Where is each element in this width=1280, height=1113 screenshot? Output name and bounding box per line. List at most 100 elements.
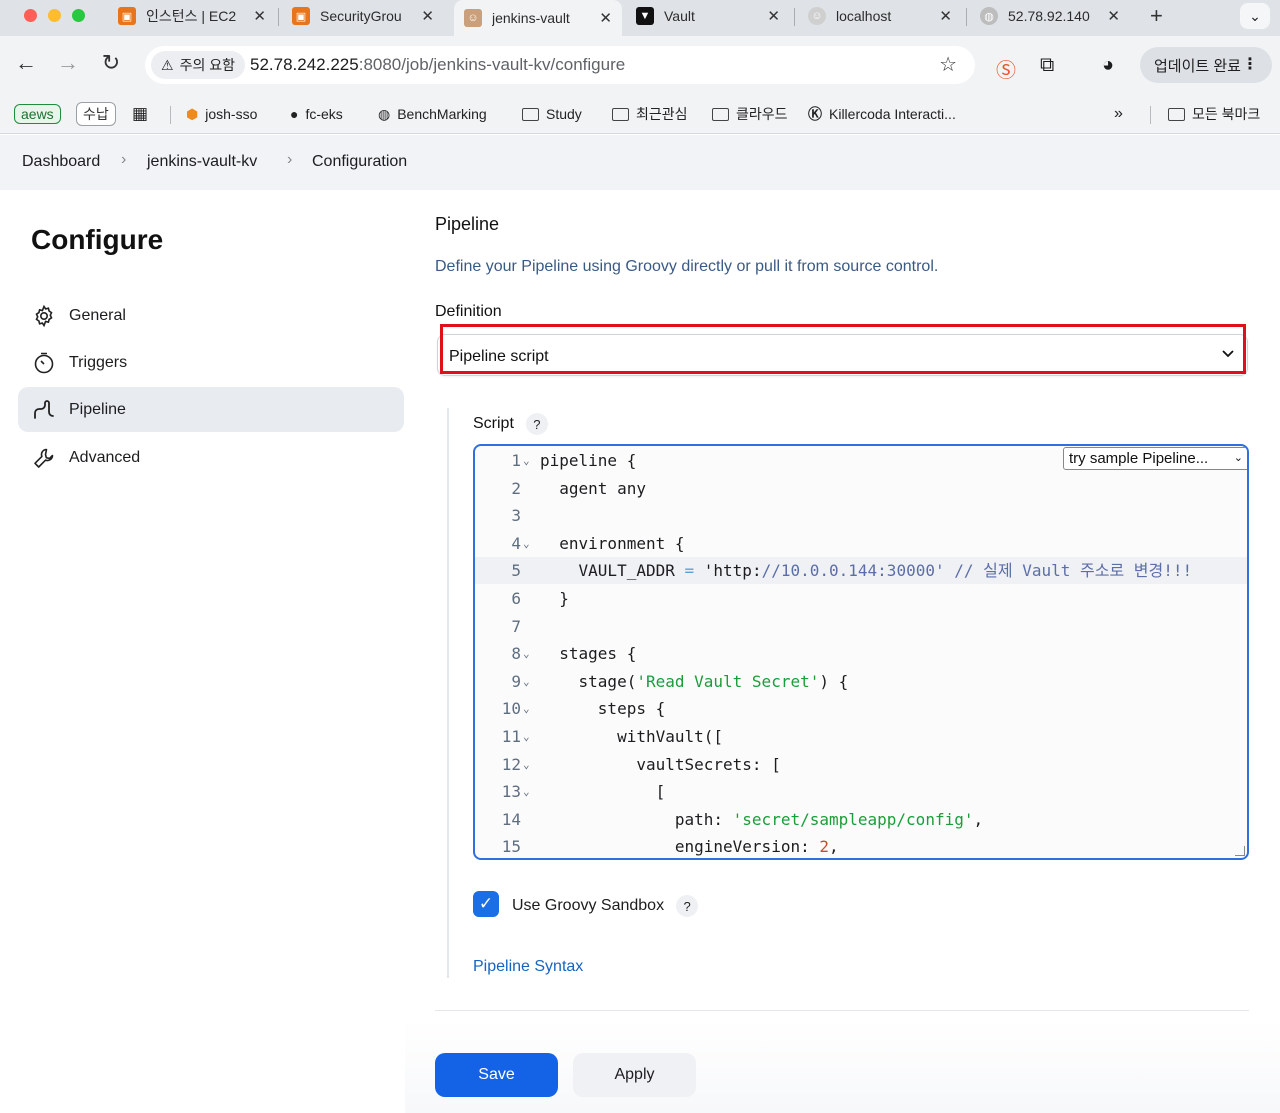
close-icon[interactable]: ✕ — [253, 7, 266, 25]
apps-grid-icon[interactable]: ▦ — [132, 102, 148, 126]
code-line[interactable]: 5 VAULT_ADDR = 'http://10.0.0.144:30000'… — [475, 557, 1247, 585]
fold-chevron-icon[interactable]: ⌄ — [523, 695, 530, 722]
bookmark-cloud[interactable]: 클라우드 — [712, 102, 788, 126]
code-line[interactable]: 6 } — [475, 585, 1247, 612]
code-text: [ — [540, 782, 666, 802]
reload-button[interactable]: ↻ — [97, 50, 125, 76]
folder-icon — [522, 107, 539, 121]
line-number: 12 — [501, 754, 521, 774]
groovy-sandbox-checkbox[interactable]: ✓ — [473, 891, 499, 917]
address-bar[interactable]: ⚠ 주의 요함 52.78.242.225:8080/job/jenkins-v… — [145, 46, 975, 84]
bookmark-fc-eks[interactable]: ● fc-eks — [290, 102, 343, 126]
breadcrumb-job[interactable]: jenkins-vault-kv — [147, 153, 257, 171]
tab-search-button[interactable]: ⌄ — [1240, 3, 1270, 29]
breadcrumb-dashboard[interactable]: Dashboard — [22, 153, 100, 171]
code-line[interactable]: 15 engineVersion: 2, — [475, 833, 1247, 858]
definition-select[interactable]: Pipeline script — [437, 334, 1248, 376]
fold-chevron-icon[interactable]: ⌄ — [523, 723, 530, 750]
fold-chevron-icon[interactable]: ⌄ — [523, 668, 530, 695]
close-icon[interactable]: ✕ — [1107, 7, 1120, 25]
security-chip-label: 주의 요함 — [179, 57, 235, 73]
code-line[interactable]: 4 ⌄ environment { — [475, 530, 1247, 557]
sidebar-item-label: Triggers — [69, 353, 128, 371]
code-line[interactable]: 7 — [475, 613, 1247, 640]
bookmark-aews[interactable]: aews — [14, 102, 61, 126]
chevron-down-icon: ⌄ — [1233, 452, 1243, 464]
update-button[interactable]: 업데이트 완료 ⋮ — [1140, 47, 1272, 83]
forward-button[interactable]: → — [54, 50, 82, 76]
tab-title: Vault — [664, 8, 695, 24]
minimize-window-button[interactable] — [48, 9, 61, 22]
save-button[interactable]: Save — [435, 1053, 558, 1097]
fold-chevron-icon[interactable]: ⌄ — [523, 778, 530, 805]
help-icon[interactable]: ? — [525, 413, 548, 435]
update-button-label: 업데이트 완료 — [1154, 57, 1241, 75]
bookmark-star-icon[interactable]: ☆ — [939, 52, 957, 77]
sidebar-item-triggers[interactable]: Triggers — [18, 340, 404, 385]
security-chip[interactable]: ⚠ 주의 요함 — [151, 51, 245, 79]
line-number: 8 — [511, 644, 521, 664]
close-icon[interactable]: ✕ — [421, 7, 434, 25]
url-text[interactable]: 52.78.242.225:8080/job/jenkins-vault-kv/… — [250, 55, 625, 75]
close-window-button[interactable] — [24, 9, 37, 22]
code-line[interactable]: 9 ⌄ stage('Read Vault Secret') { — [475, 668, 1247, 695]
new-tab-button[interactable]: + — [1150, 3, 1163, 29]
code-line[interactable]: 10 ⌄ steps { — [475, 695, 1247, 722]
bookmark-recent[interactable]: 최근관심 — [612, 102, 688, 126]
wrench-icon — [32, 446, 56, 470]
profile-avatar-icon[interactable]: ◕ — [1102, 54, 1114, 77]
fold-chevron-icon[interactable]: ⌄ — [523, 447, 530, 474]
browser-tab-localhost[interactable]: ☺ localhost ✕ — [798, 0, 962, 32]
extension-s-icon[interactable]: Ⓢ — [996, 54, 1016, 83]
code-text: steps { — [540, 699, 666, 719]
bookmark-label: 수납 — [76, 102, 116, 126]
bookmark-benchmarking[interactable]: ◍ BenchMarking — [378, 102, 487, 126]
bookmark-study[interactable]: Study — [522, 102, 582, 126]
all-bookmarks[interactable]: 모든 북마크 — [1168, 102, 1260, 126]
back-button[interactable]: ← — [12, 50, 40, 76]
line-number: 14 — [501, 809, 521, 829]
chevron-down-icon — [1221, 346, 1235, 363]
code-line[interactable]: 2 agent any — [475, 475, 1247, 502]
maximize-window-button[interactable] — [72, 9, 85, 22]
github-icon: ● — [290, 106, 299, 122]
browser-tab-jenkins[interactable]: ☺ jenkins-vault ✕ — [454, 0, 622, 36]
sample-pipeline-select[interactable]: try sample Pipeline... ⌄ — [1063, 447, 1247, 470]
close-icon[interactable]: ✕ — [599, 9, 612, 27]
help-icon[interactable]: ? — [676, 895, 699, 917]
url-host: 52.78.242.225 — [250, 55, 359, 74]
resize-handle[interactable] — [1235, 846, 1245, 856]
sidebar-item-advanced[interactable]: Advanced — [18, 435, 404, 480]
browser-tab-securitygroup[interactable]: ▣ SecurityGrou ✕ — [282, 0, 444, 32]
sidebar-item-pipeline[interactable]: Pipeline — [18, 387, 404, 432]
chevron-right-icon: › — [287, 151, 293, 168]
code-line[interactable]: 12 ⌄ vaultSecrets: [ — [475, 751, 1247, 778]
code-line[interactable]: 13 ⌄ [ — [475, 778, 1247, 805]
line-number: 11 — [501, 727, 521, 746]
close-icon[interactable]: ✕ — [939, 7, 952, 25]
browser-tab-ip[interactable]: ◍ 52.78.92.140 ✕ — [970, 0, 1130, 32]
sidebar-item-general[interactable]: General — [18, 293, 404, 338]
code-line[interactable]: 14 path: 'secret/sampleapp/config', — [475, 806, 1247, 833]
apply-button[interactable]: Apply — [573, 1053, 696, 1097]
browser-tab-vault[interactable]: ▼ Vault ✕ — [626, 0, 790, 32]
pipeline-syntax-link[interactable]: Pipeline Syntax — [473, 958, 583, 976]
bookmarks-overflow-button[interactable]: » — [1114, 102, 1123, 126]
script-label: Script — [473, 415, 514, 432]
bookmark-killercoda[interactable]: Ⓚ Killercoda Interacti... — [808, 102, 956, 126]
fold-chevron-icon[interactable]: ⌄ — [523, 640, 530, 667]
close-icon[interactable]: ✕ — [767, 7, 780, 25]
bookmark-sunap[interactable]: 수납 — [76, 102, 116, 126]
fold-chevron-icon[interactable]: ⌄ — [523, 751, 530, 778]
code-line[interactable]: 3 — [475, 502, 1247, 529]
breadcrumb-configuration[interactable]: Configuration — [312, 153, 407, 171]
section-indent-bar — [447, 408, 449, 978]
extensions-puzzle-icon[interactable]: ⧉ — [1040, 54, 1054, 77]
code-line[interactable]: 8 ⌄ stages { — [475, 640, 1247, 667]
warning-icon: ⚠ — [161, 56, 174, 73]
code-line[interactable]: 11 ⌄ withVault([ — [475, 723, 1247, 750]
bookmark-josh-sso[interactable]: ⬢ josh-sso — [186, 102, 257, 126]
fold-chevron-icon[interactable]: ⌄ — [523, 530, 530, 557]
browser-tab-ec2[interactable]: ▣ 인스턴스 | EC2 ✕ — [108, 0, 276, 32]
script-editor[interactable]: 15 engineVersion: 2, 14 path: 'secret/sam… — [473, 444, 1249, 860]
